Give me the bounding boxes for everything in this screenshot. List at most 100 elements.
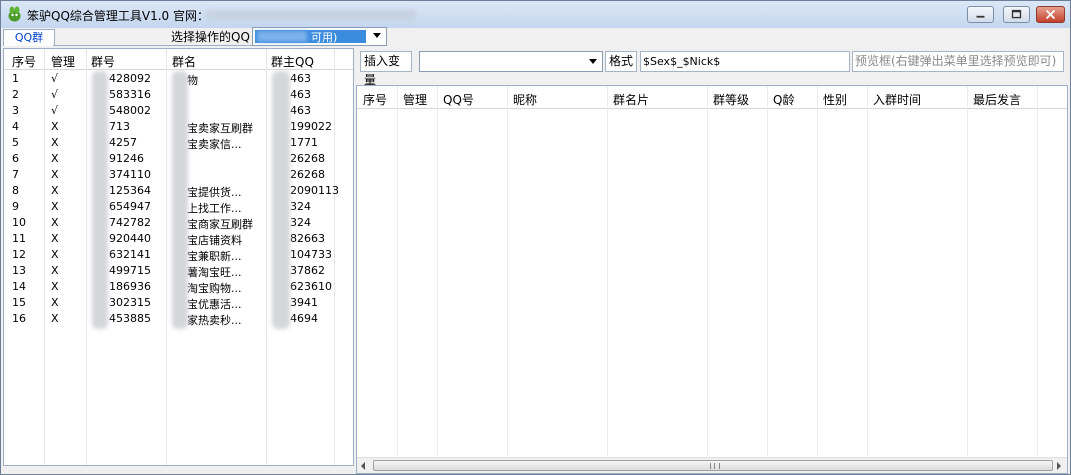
title-bar[interactable]: 笨驴QQ综合管理工具V1.0 官网： (1, 1, 1070, 28)
close-icon (1045, 9, 1056, 20)
redacted-qq (257, 31, 307, 42)
cell-owner-qq: 82663 (290, 232, 325, 245)
cell-group-name: 家热卖秒... (187, 314, 242, 327)
cell-no: 12 (12, 248, 26, 261)
cell-admin: X (51, 120, 59, 133)
cell-owner-qq: 2090113 (290, 184, 339, 197)
cell-group-id: 583316 (109, 88, 151, 101)
scroll-right-icon[interactable] (1057, 462, 1061, 470)
cell-admin: √ (51, 72, 59, 85)
cell-group-id: 4257 (109, 136, 137, 149)
preview-box[interactable]: 预览框(右键弹出菜单里选择预览即可) (852, 51, 1064, 72)
cell-no: 2 (12, 88, 19, 101)
col-divider (607, 86, 608, 456)
cell-group-name: 宝提供货... (187, 186, 242, 199)
redacted-column (92, 71, 108, 329)
cell-group-name: 宝卖家互刷群 (187, 122, 253, 135)
cell-group-id: 654947 (109, 200, 151, 213)
cell-admin: X (51, 168, 59, 181)
chevron-down-icon[interactable] (589, 59, 597, 64)
col-level[interactable]: 群等级 (713, 91, 749, 108)
cell-group-id: 920440 (109, 232, 151, 245)
cell-owner-qq: 26268 (290, 168, 325, 181)
col-divider (767, 86, 768, 456)
col-gender[interactable]: 性别 (823, 91, 847, 108)
cell-owner-qq: 104733 (290, 248, 332, 261)
col-admin[interactable]: 管理 (51, 53, 75, 70)
group-list[interactable]: 序号 管理 群号 群名 群主QQ 1 √ 428092 物 463 2 √ 583316 463… (3, 48, 354, 466)
col-qage[interactable]: Q龄 (773, 91, 794, 108)
cell-no: 11 (12, 232, 26, 245)
cell-owner-qq: 324 (290, 200, 311, 213)
col-last-speak[interactable]: 最后发言 (973, 91, 1021, 108)
cell-admin: X (51, 248, 59, 261)
col-nickname[interactable]: 昵称 (513, 91, 537, 108)
cell-admin: X (51, 232, 59, 245)
window-title: 笨驴QQ综合管理工具V1.0 官网： (27, 9, 209, 23)
cell-no: 6 (12, 152, 19, 165)
member-grid[interactable]: 序号 管理 QQ号 昵称 群名片 群等级 Q龄 性别 入群时间 最后发言 (356, 85, 1068, 474)
col-card[interactable]: 群名片 (613, 91, 649, 108)
col-divider (1037, 86, 1038, 456)
cell-admin: X (51, 184, 59, 197)
col-qq[interactable]: QQ号 (443, 91, 474, 108)
cell-group-name: 物 (187, 74, 198, 87)
cell-admin: X (51, 136, 59, 149)
col-divider (967, 86, 968, 456)
cell-group-id: 428092 (109, 72, 151, 85)
cell-owner-qq: 1771 (290, 136, 318, 149)
cell-group-id: 374110 (109, 168, 151, 181)
cell-no: 13 (12, 264, 26, 277)
cell-no: 9 (12, 200, 19, 213)
col-group-name[interactable]: 群名 (172, 53, 196, 70)
cell-no: 3 (12, 104, 19, 117)
col-join-time[interactable]: 入群时间 (873, 91, 921, 108)
cell-group-name: 薯淘宝旺... (187, 266, 242, 279)
cell-admin: X (51, 264, 59, 277)
cell-group-id: 742782 (109, 216, 151, 229)
cell-owner-qq: 199022 (290, 120, 332, 133)
col-divider (507, 86, 508, 456)
insert-var-select[interactable] (419, 51, 603, 72)
minimize-icon (976, 15, 985, 18)
cell-group-name: 宝店铺资料 (187, 234, 242, 247)
qq-select[interactable]: 可用) (252, 27, 387, 46)
cell-group-id: 125364 (109, 184, 151, 197)
col-owner-qq[interactable]: 群主QQ (271, 53, 314, 70)
tab-qq-group[interactable]: QQ群 (3, 29, 55, 46)
format-input[interactable]: $Sex$_$Nick$ (640, 51, 850, 72)
grip-icon (710, 463, 720, 469)
app-icon (8, 6, 21, 22)
cell-group-id: 499715 (109, 264, 151, 277)
cell-admin: √ (51, 88, 59, 101)
cell-no: 16 (12, 312, 26, 325)
cell-admin: X (51, 312, 59, 325)
cell-group-id: 91246 (109, 152, 144, 165)
cell-owner-qq: 37862 (290, 264, 325, 277)
scroll-thumb[interactable] (373, 460, 1053, 471)
cell-group-name: 淘宝购物... (187, 282, 242, 295)
redacted-column (272, 71, 290, 329)
col-group-id[interactable]: 群号 (91, 53, 115, 70)
chevron-down-icon[interactable] (373, 33, 381, 38)
close-button[interactable] (1036, 6, 1065, 23)
col-no[interactable]: 序号 (363, 91, 387, 108)
cell-owner-qq: 463 (290, 72, 311, 85)
horizontal-scrollbar[interactable] (357, 457, 1067, 473)
cell-group-id: 548002 (109, 104, 151, 117)
col-divider (867, 86, 868, 456)
cell-admin: X (51, 152, 59, 165)
col-divider (707, 86, 708, 456)
col-no[interactable]: 序号 (12, 53, 36, 70)
maximize-button[interactable] (1003, 6, 1030, 23)
cell-owner-qq: 3941 (290, 296, 318, 309)
cell-owner-qq: 463 (290, 104, 311, 117)
member-grid-header: 序号 管理 QQ号 昵称 群名片 群等级 Q龄 性别 入群时间 最后发言 (357, 86, 1067, 109)
col-admin[interactable]: 管理 (403, 91, 427, 108)
member-panel: 插入变量 格式 $Sex$_$Nick$ 预览框(右键弹出菜单里选择预览即可) … (356, 48, 1070, 474)
scroll-left-icon[interactable] (361, 462, 365, 470)
cell-group-id: 302315 (109, 296, 151, 309)
minimize-button[interactable] (967, 6, 994, 23)
main-window: 笨驴QQ综合管理工具V1.0 官网： QQ群 选择操作的QQ 可用) 序号 管理… (0, 0, 1071, 475)
cell-no: 4 (12, 120, 19, 133)
